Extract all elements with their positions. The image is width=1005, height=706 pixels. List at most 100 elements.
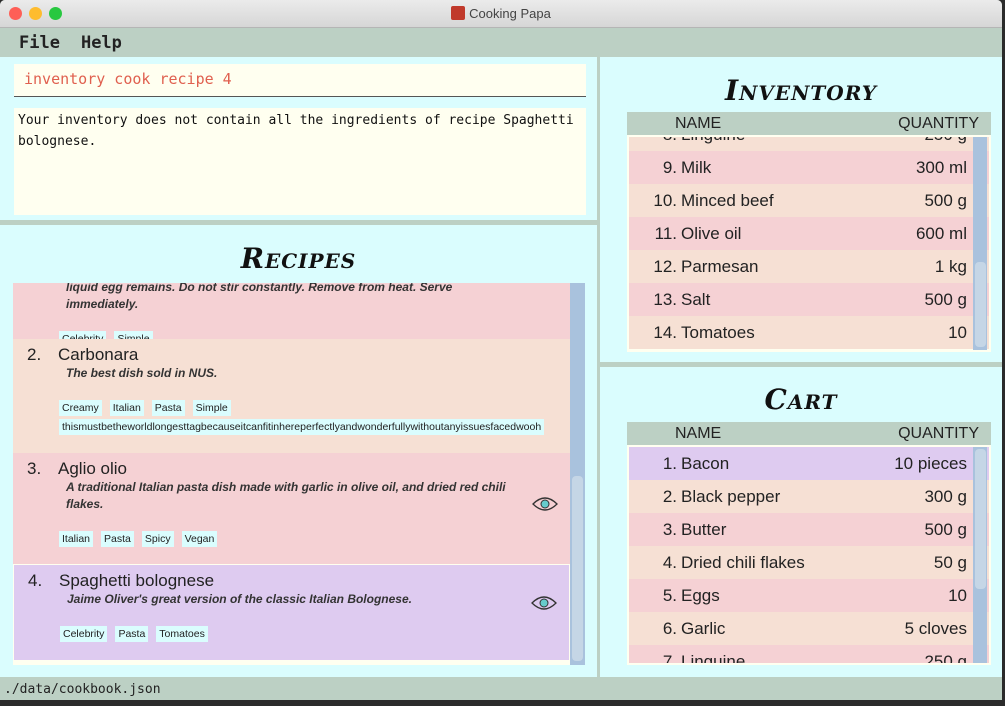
recipe-tag: Celebrity: [60, 626, 108, 642]
column-quantity[interactable]: QUANTITY: [898, 425, 991, 443]
recipe-tags: Celebrity Pasta Tomatoes: [60, 626, 569, 642]
item-quantity: 600 ml: [915, 223, 967, 243]
recipe-card[interactable]: liquid egg remains. Do not stir constant…: [13, 283, 570, 347]
item-name: Bacon: [681, 453, 730, 473]
recipe-tag: Italian: [59, 531, 94, 547]
recipe-number: 4.: [28, 571, 43, 590]
cart-row[interactable]: 6. Garlic 5 cloves: [629, 612, 989, 645]
cart-list: 1. Bacon 10 pieces 2. Black pepper 300 g 3. But…: [627, 445, 991, 665]
recipe-tag: Spicy: [141, 531, 174, 547]
recipe-tag: Creamy: [59, 400, 102, 416]
item-name: Minced beef: [681, 190, 774, 210]
window-title-text: Cooking Papa: [469, 6, 551, 21]
cart-row[interactable]: 3. Butter 500 g: [629, 513, 989, 546]
item-quantity: 10: [948, 322, 967, 342]
inventory-table: NAMEQUANTITY 8.Linguine250 g 9.Milk 300 ml…: [627, 112, 991, 352]
pane-divider[interactable]: [0, 220, 597, 225]
menu-bar: File Help: [0, 28, 1002, 57]
item-name: Linguine: [681, 651, 746, 665]
item-quantity: 500 g: [924, 289, 967, 309]
cart-scrollbar[interactable]: [973, 447, 987, 663]
inventory-row[interactable]: 8.Linguine250 g: [629, 137, 989, 151]
row-index: 10.: [653, 190, 677, 210]
recipe-tag: Italian: [109, 400, 144, 416]
right-pane: Inventory NAMEQUANTITY 8.Linguine250 g9.…: [600, 57, 1002, 677]
cart-heading: Cart: [764, 383, 838, 416]
scroll-thumb[interactable]: [572, 476, 583, 661]
inventory-list: 8.Linguine250 g 9.Milk 300 ml 10.Minced bee…: [627, 135, 991, 352]
cart-row[interactable]: 2. Black pepper 300 g: [629, 480, 989, 513]
cart-row[interactable]: 5. Eggs 10: [629, 579, 989, 612]
inventory-row[interactable]: 13. Salt 500 g: [629, 283, 989, 316]
inventory-row[interactable]: 10. Minced beef 500 g: [629, 184, 989, 217]
item-quantity: 50 g: [933, 552, 967, 572]
recipe-description: Jaime Oliver's great version of the clas…: [67, 592, 412, 606]
cart-row[interactable]: 4. Dried chili flakes 50 g: [629, 546, 989, 579]
item-name: Salt: [681, 289, 711, 309]
status-bar: ./data/cookbook.json: [4, 682, 161, 697]
inventory-scrollbar[interactable]: [973, 137, 987, 350]
item-name: Milk: [681, 157, 712, 177]
scroll-thumb[interactable]: [975, 449, 986, 589]
inventory-row[interactable]: 14. Tomatoes 10: [629, 316, 989, 349]
recipe-scrollbar[interactable]: [570, 283, 585, 665]
recipe-list: liquid egg remains. Do not stir constant…: [13, 283, 585, 665]
cart-row[interactable]: 7. Linguine 250 g: [629, 645, 989, 665]
recipe-description: The best dish sold in NUS.: [66, 366, 218, 380]
recipe-tag: Pasta: [151, 400, 185, 416]
scroll-thumb[interactable]: [975, 262, 986, 347]
command-input[interactable]: inventory cook recipe 4: [14, 64, 586, 97]
inventory-row[interactable]: 9. Milk 300 ml: [629, 151, 989, 184]
item-name: Dried chili flakes: [681, 552, 805, 572]
row-index: 6.: [662, 618, 677, 638]
item-quantity: 10 pieces: [894, 453, 967, 473]
inventory-row[interactable]: 11. Olive oil 600 ml: [629, 217, 989, 250]
item-quantity: 300 ml: [915, 157, 967, 177]
item-name: Linguine: [679, 137, 924, 145]
item-quantity: 250 g: [924, 651, 967, 665]
recipe-tag: thismustbetheworldlongesttagbecauseitcan…: [59, 419, 545, 435]
eye-icon[interactable]: [532, 496, 558, 512]
recipe-name: Carbonara: [58, 345, 139, 364]
recipe-card[interactable]: 4. Spaghetti bolognese Jaime Oliver's grea…: [13, 564, 570, 661]
row-index: 9.: [662, 157, 677, 177]
item-quantity: 250 g: [924, 137, 967, 145]
recipe-card[interactable]: 3. Aglio olio A traditional Italian pasta …: [13, 453, 570, 564]
menu-help[interactable]: Help: [81, 33, 122, 53]
row-index: 13.: [653, 289, 677, 309]
cart-table: NAME QUANTITY 1. Bacon 10 pieces 2. Black pep…: [627, 422, 991, 665]
window-title: Cooking Papa: [0, 6, 1002, 21]
column-quantity[interactable]: QUANTITY: [898, 115, 991, 133]
right-divider[interactable]: [600, 362, 1002, 367]
recipe-name: Spaghetti bolognese: [59, 571, 215, 590]
row-index: 12.: [653, 256, 677, 276]
item-quantity: 300 g: [924, 486, 967, 506]
recipe-card[interactable]: 2. Carbonara The best dish sold in NUS. Cre…: [13, 339, 570, 453]
row-index: 11.: [654, 223, 677, 243]
row-index: 14.: [653, 322, 677, 342]
menu-file[interactable]: File: [19, 33, 60, 53]
title-bar: Cooking Papa: [0, 0, 1002, 28]
recipe-tag: Vegan: [181, 531, 218, 547]
inventory-heading: Inventory: [724, 74, 877, 107]
recipe-tag: Tomatoes: [156, 626, 208, 642]
row-index: 5.: [662, 585, 677, 605]
item-name: Butter: [681, 519, 727, 539]
inventory-row[interactable]: 12. Parmesan 1 kg: [629, 250, 989, 283]
column-name[interactable]: NAME: [675, 115, 898, 133]
cart-row[interactable]: 1. Bacon 10 pieces: [629, 447, 989, 480]
eye-icon[interactable]: [531, 595, 557, 611]
row-index: 1.: [662, 453, 677, 473]
app-window: Cooking Papa File Help inventory cook re…: [0, 0, 1002, 700]
item-quantity: 500 g: [924, 519, 967, 539]
item-name: Black pepper: [681, 486, 781, 506]
item-name: Garlic: [681, 618, 726, 638]
item-quantity: 5 cloves: [904, 618, 967, 638]
item-name: Olive oil: [681, 223, 742, 243]
column-name[interactable]: NAME: [675, 425, 898, 443]
recipe-tag: Simple: [192, 400, 231, 416]
recipe-tag: Pasta: [101, 531, 134, 547]
item-name: Tomatoes: [681, 322, 755, 342]
recipe-tags: Italian Pasta Spicy Vegan: [59, 531, 570, 547]
app-logo-icon: [451, 6, 466, 20]
